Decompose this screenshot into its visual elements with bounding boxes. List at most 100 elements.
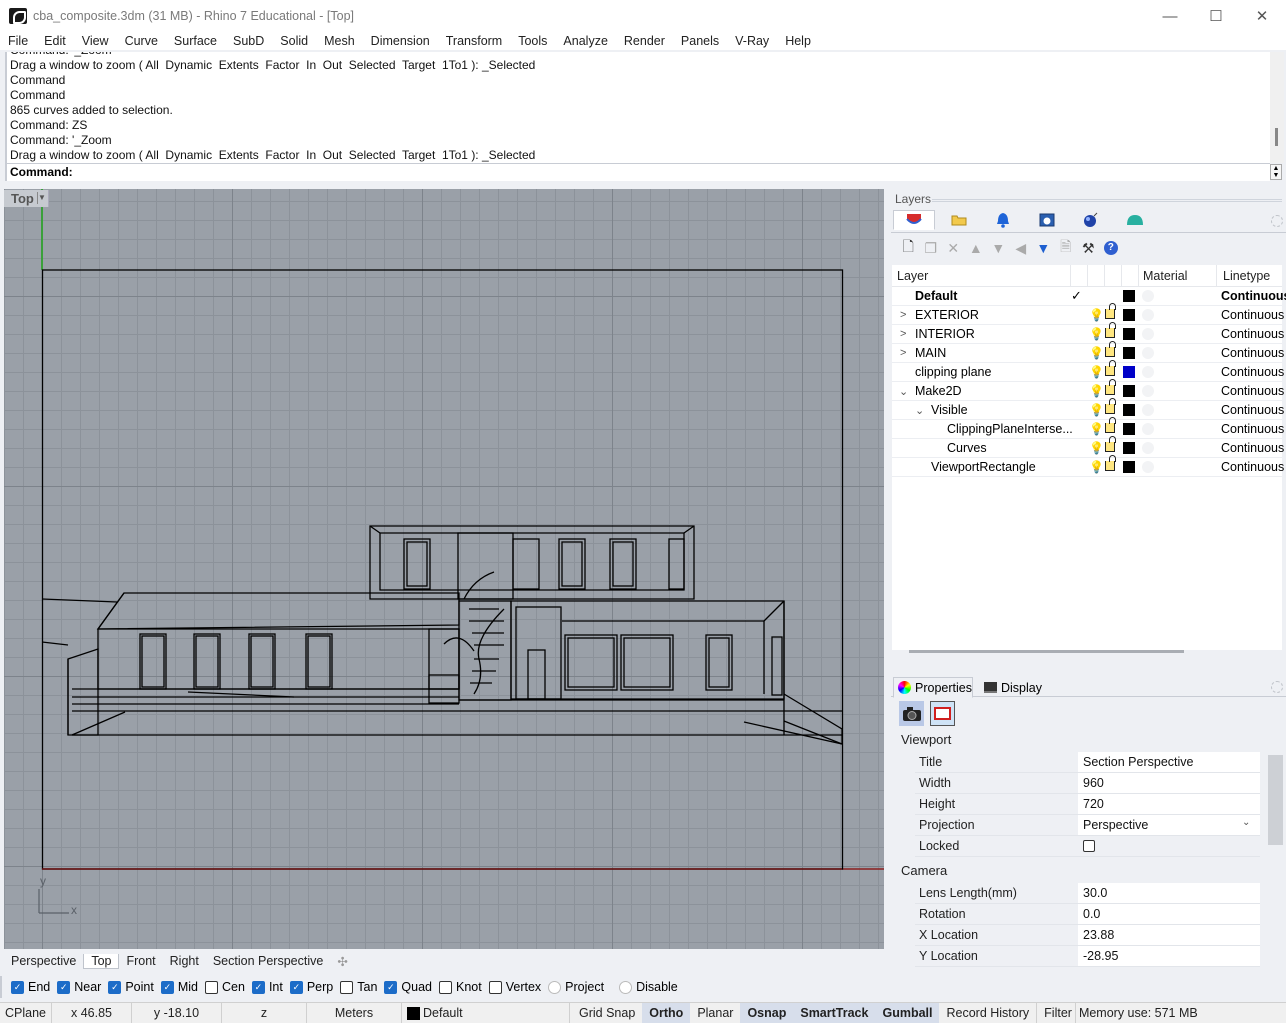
move-to-parent-icon[interactable]: ◀ <box>1010 238 1033 258</box>
layer-linetype[interactable]: Continuous <box>1221 308 1284 322</box>
layer-color-swatch[interactable] <box>1123 347 1135 359</box>
layer-color-swatch[interactable] <box>1123 442 1135 454</box>
y-location-field[interactable]: -28.95 <box>1078 946 1260 966</box>
lightbulb-icon[interactable]: 💡 <box>1089 308 1104 322</box>
layer-material-icon[interactable] <box>1142 385 1154 397</box>
tab-top[interactable]: Top <box>83 953 120 969</box>
osnap-knot[interactable]: Knot <box>439 980 482 994</box>
lightbulb-icon[interactable]: 💡 <box>1089 460 1104 474</box>
menu-curve[interactable]: Curve <box>117 34 166 48</box>
osnap-near[interactable]: ✓ Near <box>57 980 101 994</box>
units[interactable]: Meters <box>307 1003 402 1023</box>
record-history-toggle[interactable]: Record History <box>939 1003 1038 1023</box>
osnap-end[interactable]: ✓ End <box>11 980 50 994</box>
layer-material-icon[interactable] <box>1142 366 1154 378</box>
layer-color-swatch[interactable] <box>1123 366 1135 378</box>
title-field[interactable]: Section Perspective <box>1078 752 1260 772</box>
menu-panels[interactable]: Panels <box>673 34 727 48</box>
column-material[interactable]: Material <box>1143 269 1187 283</box>
layer-color-swatch[interactable] <box>1123 404 1135 416</box>
layer-row-main[interactable]: > MAIN 💡 Continuous <box>892 341 1284 363</box>
menu-transform[interactable]: Transform <box>438 34 511 48</box>
osnap-perp[interactable]: ✓ Perp <box>289 980 333 994</box>
unlock-icon[interactable] <box>1105 417 1116 433</box>
checkbox-icon[interactable] <box>439 980 452 994</box>
column-linetype[interactable]: Linetype <box>1223 269 1270 283</box>
checkbox-icon[interactable] <box>488 980 502 994</box>
osnap-project[interactable]: Project <box>548 980 604 994</box>
ortho-toggle[interactable]: Ortho <box>642 1003 691 1023</box>
viewport-title-menu[interactable]: Top ▼ <box>4 190 49 207</box>
checkbox-icon[interactable]: ✓ <box>11 980 24 994</box>
locked-checkbox[interactable] <box>1083 840 1095 852</box>
collapse-icon[interactable]: ⌄ <box>915 404 924 417</box>
layer-material-icon[interactable] <box>1142 423 1154 435</box>
layers-tab-icon[interactable] <box>893 210 935 230</box>
minimize-button[interactable]: — <box>1147 0 1193 32</box>
layer-linetype[interactable]: Continuous <box>1221 441 1284 455</box>
command-history-spinner[interactable]: ▲ ▼ <box>1270 164 1282 180</box>
add-viewport-tab-icon[interactable]: ✣ <box>330 954 354 969</box>
menu-surface[interactable]: Surface <box>166 34 225 48</box>
lightbulb-icon[interactable]: 💡 <box>1089 327 1104 341</box>
layer-linetype[interactable]: Continuous <box>1221 289 1286 303</box>
unlock-icon[interactable] <box>1105 379 1116 395</box>
layer-states-icon[interactable]: 🗎 <box>1055 238 1078 258</box>
notifications-tab-icon[interactable] <box>990 210 1016 230</box>
expand-icon[interactable]: > <box>900 328 906 340</box>
layers-horizontal-scrollbar[interactable] <box>909 650 1184 653</box>
collapse-icon[interactable]: ⌄ <box>899 385 908 398</box>
filter-icon[interactable]: ▼ <box>1032 238 1055 258</box>
command-history-scrollbar[interactable] <box>1270 52 1284 163</box>
move-down-icon[interactable]: ▼ <box>987 238 1010 258</box>
osnap-int[interactable]: ✓ Int <box>251 980 283 994</box>
menu-edit[interactable]: Edit <box>36 34 74 48</box>
current-layer-check-icon[interactable]: ✓ <box>1071 288 1082 304</box>
layer-material-icon[interactable] <box>1142 328 1154 340</box>
layer-color-swatch[interactable] <box>1123 423 1135 435</box>
menu-tools[interactable]: Tools <box>510 34 555 48</box>
x-location-field[interactable]: 23.88 <box>1078 925 1260 945</box>
layer-material-icon[interactable] <box>1142 347 1154 359</box>
lightbulb-icon[interactable]: 💡 <box>1089 403 1104 417</box>
menu-file[interactable]: File <box>0 34 36 48</box>
menu-subd[interactable]: SubD <box>225 34 272 48</box>
layer-material-icon[interactable] <box>1142 309 1154 321</box>
expand-icon[interactable]: > <box>900 309 906 321</box>
smarttrack-toggle[interactable]: SmartTrack <box>793 1003 876 1023</box>
width-field[interactable]: 960 <box>1078 773 1260 793</box>
layer-linetype[interactable]: Continuous <box>1221 384 1284 398</box>
tab-display[interactable]: Display <box>981 677 1061 698</box>
layer-color-swatch[interactable] <box>1123 461 1135 473</box>
camera-icon[interactable] <box>899 701 924 726</box>
checkbox-icon[interactable]: ✓ <box>384 980 398 994</box>
layer-material-icon[interactable] <box>1142 404 1154 416</box>
help-icon[interactable]: ? <box>1100 238 1123 258</box>
osnap-vertex[interactable]: Vertex <box>488 980 541 994</box>
osnap-mid[interactable]: ✓ Mid <box>160 980 198 994</box>
new-sublayer-icon[interactable]: ❐ <box>920 238 943 258</box>
new-layer-icon[interactable]: 🗋 <box>897 238 920 258</box>
tab-front[interactable]: Front <box>119 954 162 968</box>
menu-view[interactable]: View <box>74 34 117 48</box>
radio-icon[interactable] <box>619 980 633 994</box>
close-button[interactable]: ✕ <box>1239 0 1285 32</box>
layer-color-swatch[interactable] <box>1123 309 1135 321</box>
layer-row-interior[interactable]: > INTERIOR 💡 Continuous <box>892 322 1284 344</box>
unlock-icon[interactable] <box>1105 322 1116 338</box>
layer-linetype[interactable]: Continuous <box>1221 403 1284 417</box>
lightbulb-icon[interactable]: 💡 <box>1089 384 1104 398</box>
layer-color-swatch[interactable] <box>1123 328 1135 340</box>
panel-settings-icon[interactable] <box>1271 681 1283 693</box>
layer-row-viewportrectangle[interactable]: ViewportRectangle 💡 Continuous <box>892 455 1284 477</box>
layer-linetype[interactable]: Continuous <box>1221 365 1284 379</box>
height-field[interactable]: 720 <box>1078 794 1260 814</box>
current-layer[interactable]: Default <box>402 1003 570 1023</box>
tab-section-perspective[interactable]: Section Perspective <box>206 954 330 968</box>
layer-row-make2d[interactable]: ⌄ Make2D 💡 Continuous <box>892 379 1284 401</box>
lightbulb-icon[interactable]: 💡 <box>1089 365 1104 379</box>
checkbox-icon[interactable]: ✓ <box>160 980 174 994</box>
tab-right[interactable]: Right <box>163 954 206 968</box>
projection-select[interactable]: Perspective <box>1078 815 1260 835</box>
render-tab-icon[interactable] <box>1078 210 1104 230</box>
